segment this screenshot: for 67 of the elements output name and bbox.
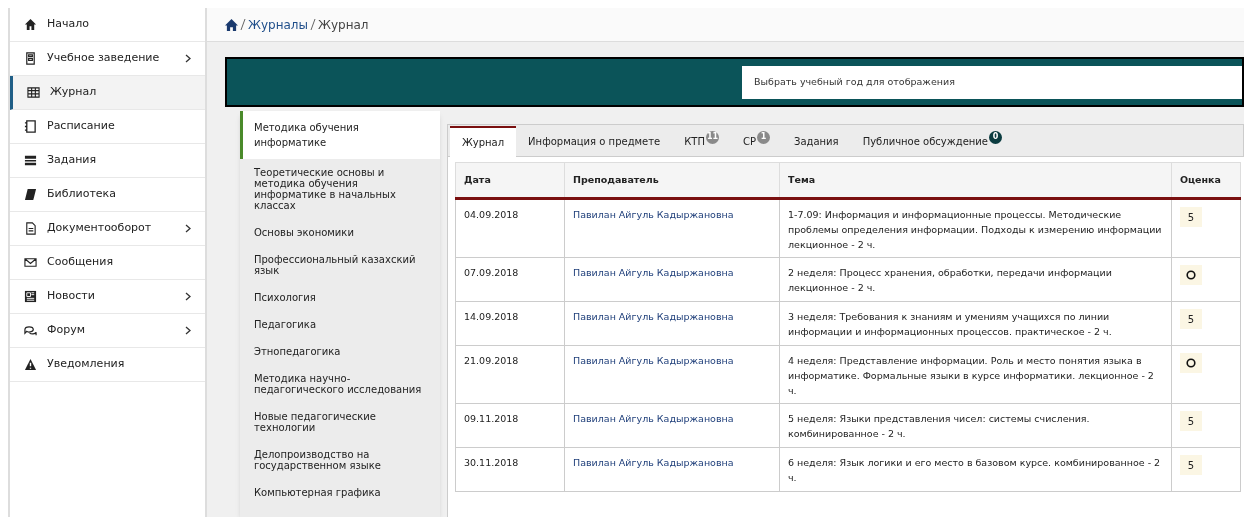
calendar-icon xyxy=(24,120,37,133)
table-cell: 21.09.2018 xyxy=(455,345,565,404)
ring-icon xyxy=(1186,270,1196,280)
count-badge: 11 xyxy=(706,130,719,144)
teacher-link[interactable]: Павилан Айгуль Кадыржановна xyxy=(564,198,780,258)
table-cell: 14.09.2018 xyxy=(455,301,565,346)
column-header: Тема xyxy=(779,162,1172,199)
count-badge: 1 xyxy=(757,130,770,144)
table-cell: 2 неделя: Процесс хранения, обработки, передачи информации лекционное - 2 ч. xyxy=(779,257,1172,302)
subject-item[interactable]: Психология xyxy=(240,284,440,311)
tab[interactable]: Информация о предмете xyxy=(516,126,673,156)
grade-badge[interactable] xyxy=(1180,265,1202,285)
teacher-link[interactable]: Павилан Айгуль Кадыржановна xyxy=(564,257,780,302)
home-icon xyxy=(24,18,37,31)
grade-badge[interactable]: 5 xyxy=(1180,411,1202,431)
subject-item[interactable]: Профессиональный казахский язык xyxy=(240,246,440,284)
breadcrumb-link[interactable]: Журналы xyxy=(248,15,308,34)
book-icon xyxy=(24,188,37,201)
teacher-link[interactable]: Павилан Айгуль Кадыржановна xyxy=(564,345,780,404)
slash-icon xyxy=(310,18,316,31)
tab[interactable]: Журнал xyxy=(450,126,517,157)
table-cell: 30.11.2018 xyxy=(455,447,565,492)
table-icon xyxy=(27,86,40,99)
subject-item[interactable]: Делопроизводство на государственном языке xyxy=(240,441,440,479)
newspaper-icon xyxy=(24,290,37,303)
teacher-link[interactable]: Павилан Айгуль Кадыржановна xyxy=(564,301,780,346)
table-cell: 4 неделя: Представление информации. Роль и место понятия языка в информатике. Формальные языки в курсе информатики. лекционное - 2 ч. xyxy=(779,345,1172,404)
grade-badge[interactable]: 5 xyxy=(1180,309,1202,329)
home-icon[interactable] xyxy=(225,18,238,31)
table-cell: 1-7.09: Информация и информационные процессы. Методические проблемы определения информации. Подходы к измерению информации лекционное - 2 ч. xyxy=(779,198,1172,258)
year-select[interactable]: Выбрать учебный год для отображения xyxy=(742,65,1242,99)
subject-item[interactable]: Методика обучения информатике xyxy=(240,111,440,159)
column-header: Дата xyxy=(455,162,565,199)
grade-badge[interactable] xyxy=(1180,353,1202,373)
sidebar-item[interactable]: Журнал xyxy=(10,76,205,110)
grade-badge[interactable]: 5 xyxy=(1180,207,1202,227)
subject-item[interactable]: Теоретические основы и методика обучения информатике в начальных классах xyxy=(240,159,440,219)
tab[interactable]: Задания xyxy=(782,126,851,156)
subject-item[interactable]: Методика научно-педагогического исследования xyxy=(240,365,440,403)
document-icon xyxy=(24,222,37,235)
ring-icon xyxy=(1186,358,1196,368)
table-cell: 6 неделя: Язык логики и его место в базовом курсе. комбинированное - 2 ч. xyxy=(779,447,1172,492)
table-cell: 04.09.2018 xyxy=(455,198,565,258)
building-icon xyxy=(24,52,37,65)
tab[interactable]: СР 1 xyxy=(731,126,782,156)
subject-item[interactable]: Педагогика xyxy=(240,311,440,338)
table-cell: 09.11.2018 xyxy=(455,403,565,448)
list-icon xyxy=(24,154,37,167)
table-cell: 5 неделя: Языки представления чисел: системы счисления. комбинированное - 2 ч. xyxy=(779,403,1172,448)
subject-item[interactable]: Новые педагогические технологии xyxy=(240,403,440,441)
warning-icon xyxy=(24,358,37,371)
subject-item[interactable]: Основы экономики xyxy=(240,219,440,246)
column-header: Оценка xyxy=(1171,162,1241,199)
subject-item[interactable]: Этнопедагогика xyxy=(240,338,440,365)
tab[interactable]: Публичное обсуждение 0 xyxy=(850,126,1014,156)
teacher-link[interactable]: Павилан Айгуль Кадыржановна xyxy=(564,403,780,448)
breadcrumb-current: Журнал xyxy=(318,16,369,34)
slash-icon xyxy=(240,18,246,31)
chat-icon xyxy=(24,324,37,337)
subject-item[interactable]: Компьютерная графика xyxy=(240,479,440,506)
teacher-link[interactable]: Павилан Айгуль Кадыржановна xyxy=(564,447,780,492)
table-cell: 07.09.2018 xyxy=(455,257,565,302)
table-cell: 3 неделя: Требования к знаниям и умениям учащихся по линии информации и информационных процессов. практическое - 2 ч. xyxy=(779,301,1172,346)
column-header: Преподаватель xyxy=(564,162,780,199)
envelope-icon xyxy=(24,256,37,269)
grade-badge[interactable]: 5 xyxy=(1180,455,1202,475)
count-badge: 0 xyxy=(989,130,1002,144)
